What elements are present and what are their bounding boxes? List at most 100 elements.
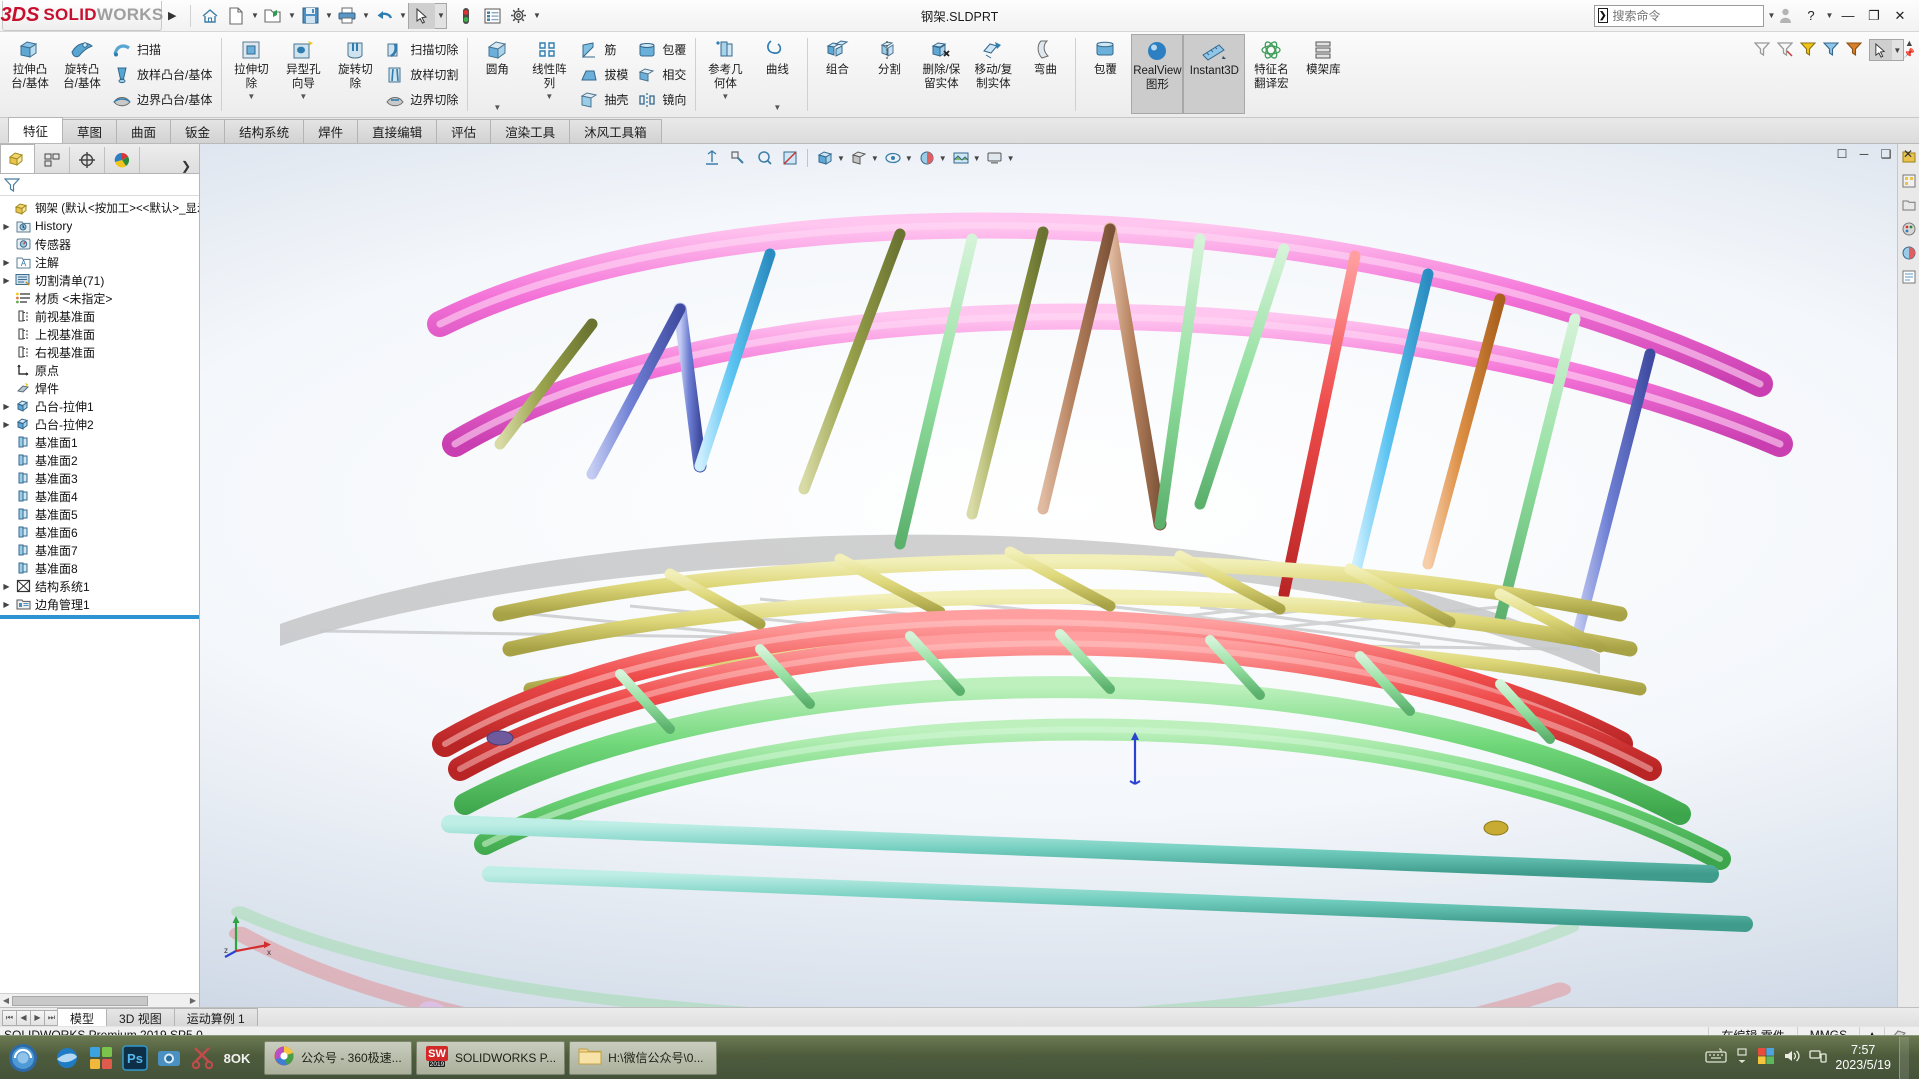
save-caret-icon[interactable]: ▼: [323, 11, 334, 20]
reference-geometry-caret-icon[interactable]: ▼: [721, 92, 729, 101]
tree-item-plane6[interactable]: 基准面6: [0, 523, 199, 541]
split-button[interactable]: 分割: [863, 34, 915, 114]
edit-appearance-icon[interactable]: [915, 147, 939, 169]
cut-list-expand-arrow-icon[interactable]: ▶: [0, 276, 13, 285]
feature-manager-more-tabs-chevron[interactable]: ❯: [181, 159, 199, 173]
fillet-caret-icon[interactable]: ▼: [493, 103, 501, 112]
custom-properties-icon[interactable]: [1900, 268, 1918, 286]
doc-maximize-icon[interactable]: ❑: [1877, 146, 1895, 162]
tree-item-plane4[interactable]: 基准面4: [0, 487, 199, 505]
minimize-button[interactable]: —: [1835, 4, 1861, 28]
camera-app-icon[interactable]: [154, 1043, 184, 1073]
instant3d-button[interactable]: Instant3D: [1183, 34, 1246, 114]
history-expand-arrow-icon[interactable]: ▶: [0, 222, 13, 231]
tab-weldments[interactable]: 焊件: [303, 119, 359, 143]
extrude-boss-button[interactable]: 拉伸凸 台/基体: [4, 34, 56, 114]
doc-tab-model[interactable]: 模型: [57, 1008, 108, 1027]
view-orientation-caret-icon[interactable]: ▼: [837, 154, 845, 163]
sweep-button[interactable]: 扫描: [108, 37, 217, 62]
flex-button[interactable]: 弯曲: [1019, 34, 1071, 114]
new-document-caret-icon[interactable]: ▼: [249, 11, 260, 20]
select-tool-group[interactable]: ▼: [408, 2, 448, 29]
hole-wizard-button[interactable]: 异型孔 向导 ▼: [277, 34, 329, 114]
revolve-cut-button[interactable]: 旋转切 除: [329, 34, 381, 114]
media-player-icon[interactable]: [86, 1043, 116, 1073]
boundary-boss-button[interactable]: 边界凸台/基体: [108, 87, 217, 112]
appearance-caret-icon[interactable]: ▼: [939, 154, 947, 163]
tree-item-cut-list[interactable]: ▶ 切割清单(71): [0, 271, 199, 289]
tree-item-plane2[interactable]: 基准面2: [0, 451, 199, 469]
filter-cursor-group[interactable]: ▼: [1868, 39, 1904, 61]
hole-wizard-caret-icon[interactable]: ▼: [299, 92, 307, 101]
start-button[interactable]: [0, 1037, 46, 1079]
filter-cursor-icon[interactable]: [1869, 40, 1892, 60]
reference-geometry-button[interactable]: 参考几 何体 ▼: [699, 34, 751, 114]
show-desktop-button[interactable]: [1899, 1036, 1909, 1079]
hide-show-items-icon[interactable]: [881, 147, 905, 169]
volume-icon[interactable]: [1783, 1048, 1801, 1067]
undo-icon[interactable]: [371, 3, 397, 29]
sweep-cut-button[interactable]: 扫描切除: [381, 37, 463, 62]
structure-system-expand-arrow-icon[interactable]: ▶: [0, 582, 13, 591]
tree-item-plane3[interactable]: 基准面3: [0, 469, 199, 487]
curves-caret-icon[interactable]: ▼: [773, 103, 781, 112]
tab-evaluate[interactable]: 评估: [436, 119, 492, 143]
tab-sheet-metal[interactable]: 钣金: [170, 119, 226, 143]
mold-base-library-button[interactable]: 模架库: [1297, 34, 1349, 114]
taskbar-item-folder[interactable]: H:\微信公众号\0...: [569, 1040, 718, 1075]
new-document-icon[interactable]: [223, 3, 249, 29]
tree-item-front-plane[interactable]: 前视基准面: [0, 307, 199, 325]
tab-surfaces[interactable]: 曲面: [116, 119, 172, 143]
options-gear-icon[interactable]: [505, 3, 531, 29]
doc-close-icon[interactable]: ✕: [1899, 146, 1917, 162]
shell-button[interactable]: 抽壳: [575, 87, 633, 112]
filter-edges-icon[interactable]: [1822, 41, 1840, 60]
wrap-button[interactable]: 包覆: [633, 37, 691, 62]
scene-caret-icon[interactable]: ▼: [973, 154, 981, 163]
tree-item-right-plane[interactable]: 右视基准面: [0, 343, 199, 361]
tab-nav-next-icon[interactable]: ▶: [30, 1009, 45, 1026]
tab-features[interactable]: 特征: [8, 117, 64, 143]
tree-item-weldment[interactable]: 焊件: [0, 379, 199, 397]
graphics-area[interactable]: z x: [200, 144, 1919, 1007]
feature-name-macro-button[interactable]: 特征名 翻译宏: [1245, 34, 1297, 114]
feature-tree-hscrollbar[interactable]: ◀ ▶: [0, 993, 199, 1007]
configuration-manager-tab[interactable]: [70, 147, 105, 173]
zoom-to-fit-icon[interactable]: [700, 147, 724, 169]
zoom-to-area-icon[interactable]: [726, 147, 750, 169]
display-style-caret-icon[interactable]: ▼: [871, 154, 879, 163]
linear-pattern-button[interactable]: 线性阵 列 ▼: [523, 34, 575, 114]
intersect-button[interactable]: 相交: [633, 62, 691, 87]
draft-button[interactable]: 拔模: [575, 62, 633, 87]
wrap2-button[interactable]: 包覆: [1079, 34, 1131, 114]
rollback-bar[interactable]: [0, 615, 199, 619]
tree-item-sensors[interactable]: 传感器: [0, 235, 199, 253]
boundary-cut-button[interactable]: 边界切除: [381, 87, 463, 112]
filter-icon[interactable]: [1753, 41, 1771, 60]
tray-expand-icon[interactable]: [1735, 1047, 1749, 1068]
tab-nav-buttons[interactable]: ⏮ ◀ ▶ ⏭: [0, 1009, 59, 1026]
solidworks-logo[interactable]: 3DS SOLIDWORKS: [0, 0, 163, 31]
tab-nav-prev-icon[interactable]: ◀: [16, 1009, 31, 1026]
menu-expand-arrow-icon[interactable]: ▶: [168, 9, 176, 22]
taskbar-item-solidworks[interactable]: SW 2019 SOLIDWORKS P...: [416, 1040, 566, 1075]
tree-item-corner-management[interactable]: ▶ 边角管理1: [0, 595, 199, 613]
windows-defender-icon[interactable]: [1757, 1047, 1775, 1068]
filter-clear-icon[interactable]: [1776, 41, 1794, 60]
keyboard-icon[interactable]: [1705, 1048, 1728, 1067]
fillet-button[interactable]: 圆角 ▼: [471, 34, 523, 114]
extrude2-expand-arrow-icon[interactable]: ▶: [0, 420, 13, 429]
tree-item-top-plane[interactable]: 上视基准面: [0, 325, 199, 343]
loft-boss-button[interactable]: 放样凸台/基体: [108, 62, 217, 87]
print-icon[interactable]: [334, 3, 360, 29]
display-manager-tab[interactable]: [105, 147, 140, 173]
tab-render-tools[interactable]: 渲染工具: [490, 119, 571, 143]
tab-nav-first-icon[interactable]: ⏮: [2, 1009, 17, 1026]
hide-show-caret-icon[interactable]: ▼: [905, 154, 913, 163]
search-commands-box[interactable]: ❯ ▼: [1594, 4, 1775, 27]
file-explorer-icon[interactable]: [1900, 196, 1918, 214]
tab-direct-editing[interactable]: 直接编辑: [357, 119, 438, 143]
combine-button[interactable]: 组合: [811, 34, 863, 114]
snipping-tool-icon[interactable]: [188, 1043, 218, 1073]
tab-structure-system[interactable]: 结构系统: [224, 119, 305, 143]
